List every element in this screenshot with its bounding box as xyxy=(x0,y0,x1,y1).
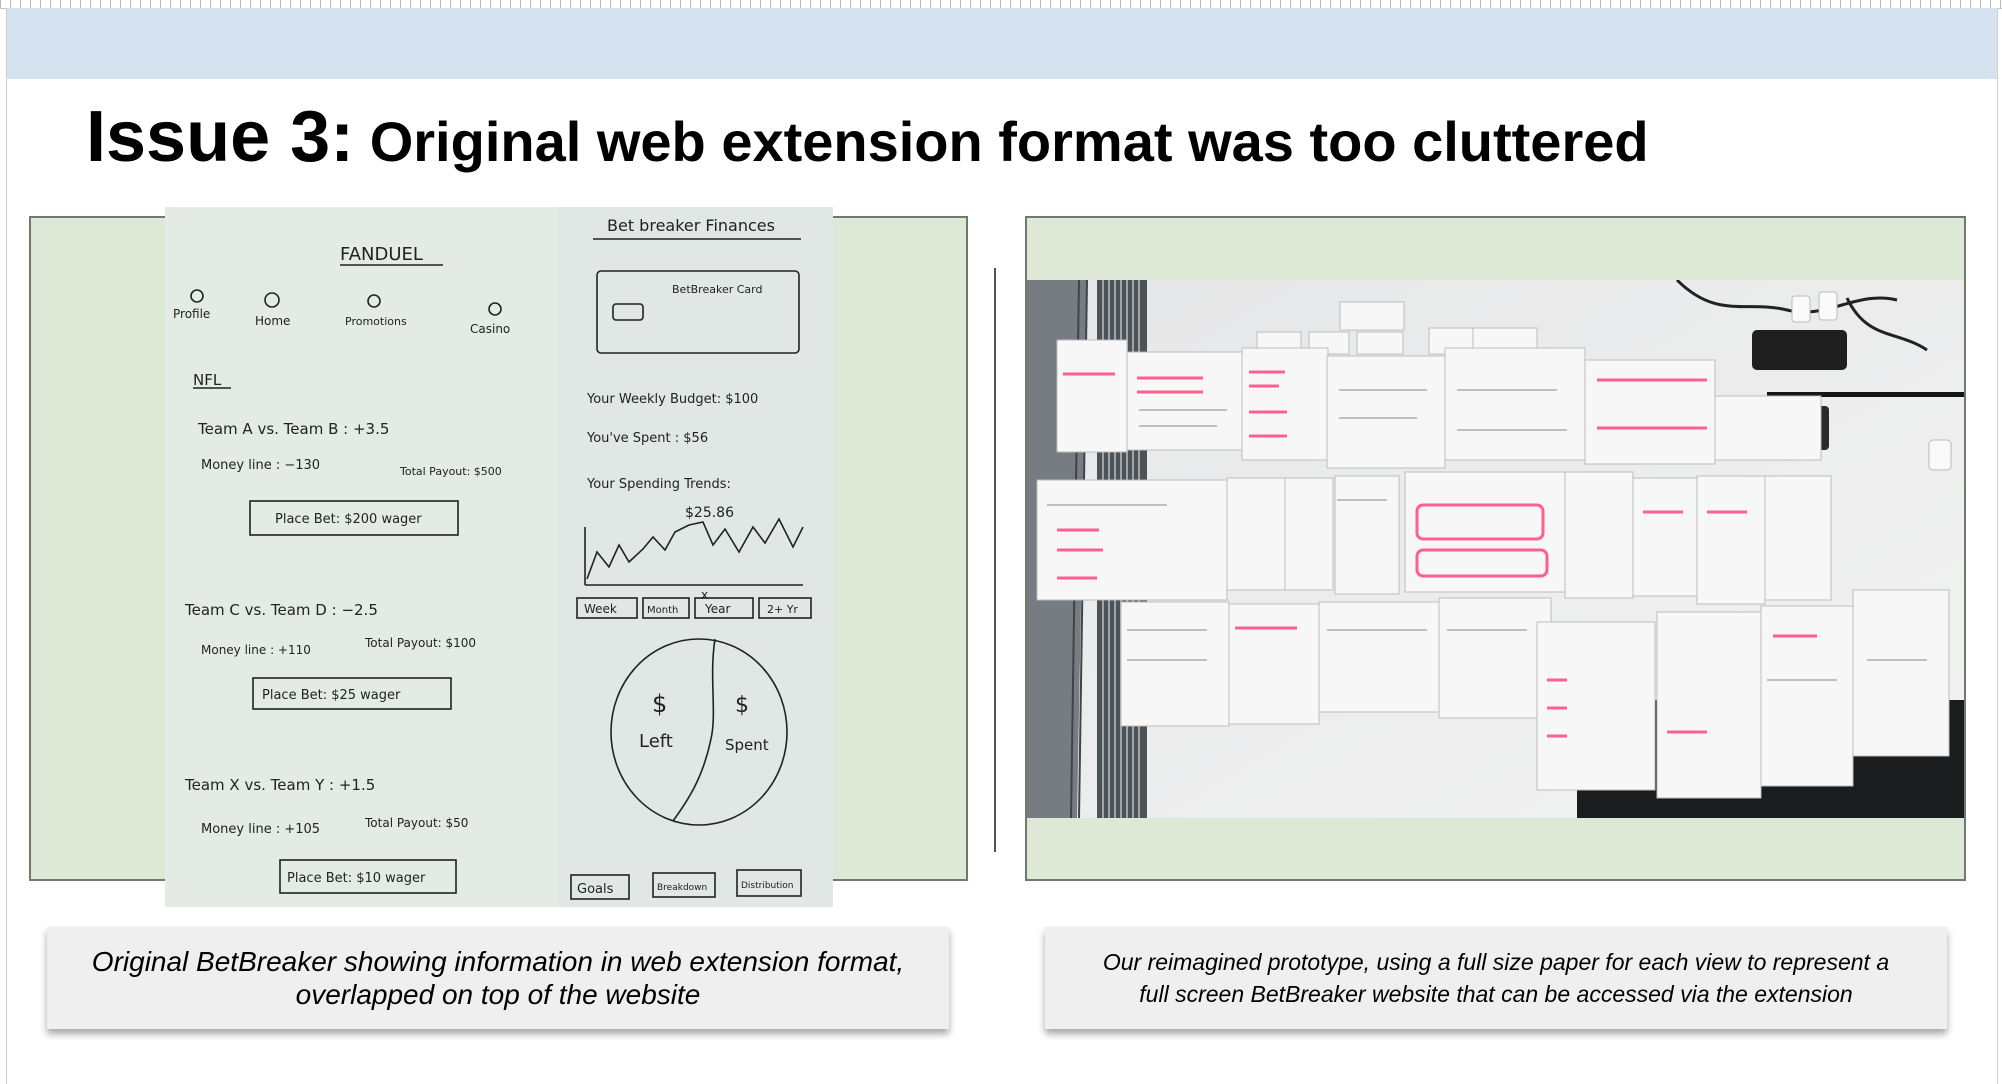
game-1-bet-button: Place Bet: $200 wager xyxy=(275,512,422,527)
range-week: Week xyxy=(584,602,617,616)
nav-casino: Casino xyxy=(470,322,510,336)
game-1-matchup: Team A vs. Team B : +3.5 xyxy=(197,420,389,438)
prototype-photo-illustration xyxy=(1027,280,1964,818)
section-nfl: NFL xyxy=(193,371,222,389)
pie-spent-label: Spent xyxy=(725,736,769,754)
tab-distribution: Distribution xyxy=(741,881,794,891)
game-3-bet-button: Place Bet: $10 wager xyxy=(287,871,426,886)
left-caption: Original BetBreaker showing information … xyxy=(47,927,949,1029)
amount-spent: You've Spent : $56 xyxy=(586,431,708,446)
slide-title: Issue 3: Original web extension format w… xyxy=(86,96,1649,178)
trend-peak-value: $25.86 xyxy=(685,505,734,521)
game-1-moneyline: Money line : −130 xyxy=(201,458,320,473)
nav-profile: Profile xyxy=(173,307,210,321)
slide-header-band xyxy=(7,8,1997,79)
finances-sketch: Bet breaker Finances BetBreaker Card You… xyxy=(570,216,812,900)
right-caption: Our reimagined prototype, using a full s… xyxy=(1045,927,1947,1029)
game-2-moneyline: Money line : +110 xyxy=(201,643,311,657)
pie-left-currency: $ xyxy=(652,690,667,718)
game-1-payout: Total Payout: $500 xyxy=(399,465,502,478)
game-2-payout: Total Payout: $100 xyxy=(364,636,476,650)
budget-pie xyxy=(610,638,788,826)
finances-sketch-paper: Bet breaker Finances BetBreaker Card You… xyxy=(557,207,833,907)
range-month: Month xyxy=(647,605,678,616)
card-label: BetBreaker Card xyxy=(672,283,762,296)
nav-promotions: Promotions xyxy=(345,315,407,328)
game-3-payout: Total Payout: $50 xyxy=(364,816,468,830)
game-3-matchup: Team X vs. Team Y : +1.5 xyxy=(184,776,375,794)
game-2-matchup: Team C vs. Team D : −2.5 xyxy=(184,601,378,619)
nav-home: Home xyxy=(255,314,290,328)
game-2-bet-button: Place Bet: $25 wager xyxy=(262,688,401,703)
range-year: Year xyxy=(704,602,730,616)
prototype-photo xyxy=(1027,280,1964,818)
finances-title: Bet breaker Finances xyxy=(607,216,775,235)
fanduel-title: FANDUEL xyxy=(340,244,423,265)
title-text: Original web extension format was too cl… xyxy=(354,110,1649,173)
panel-divider xyxy=(994,268,996,852)
weekly-budget: Your Weekly Budget: $100 xyxy=(586,392,758,407)
title-issue-number: Issue 3: xyxy=(86,97,355,177)
game-3-moneyline: Money line : +105 xyxy=(201,822,320,837)
fanduel-sketch: FANDUEL Profile Home Promotions Casino N… xyxy=(173,244,510,894)
svg-text:x: x xyxy=(701,588,708,602)
pie-spent-currency: $ xyxy=(735,693,749,718)
pie-left-label: Left xyxy=(639,731,673,752)
tab-goals: Goals xyxy=(577,882,614,897)
range-2yr: 2+ Yr xyxy=(767,603,798,616)
spending-trends-label: Your Spending Trends: xyxy=(586,477,731,492)
tab-breakdown: Breakdown xyxy=(657,883,707,893)
fanduel-sketch-paper: FANDUEL Profile Home Promotions Casino N… xyxy=(165,207,557,907)
